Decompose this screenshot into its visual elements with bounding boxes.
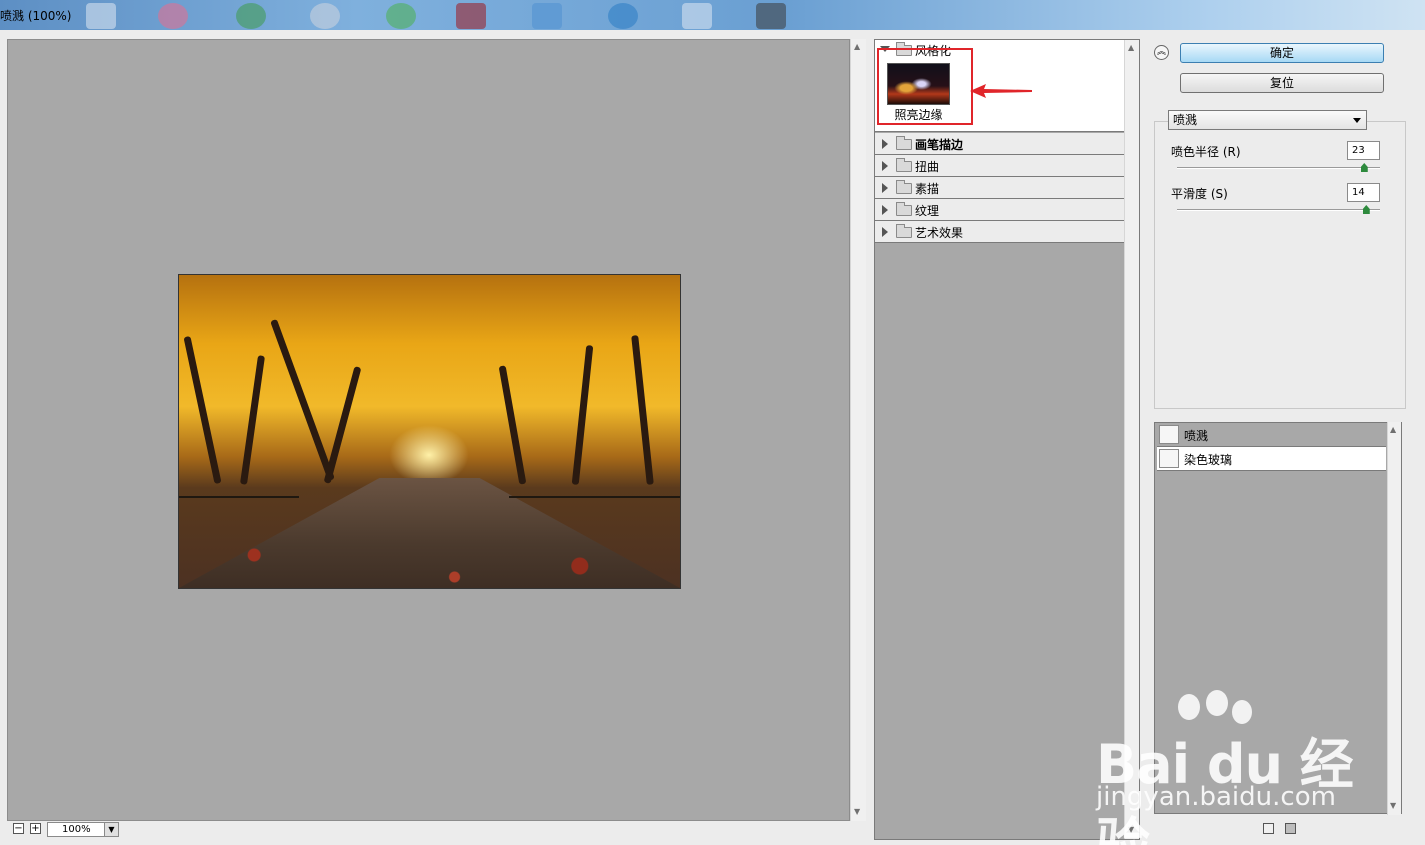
- category-texture[interactable]: 纹理: [875, 199, 1124, 221]
- paw-logo-icon: [1206, 690, 1228, 716]
- image-tree-trunk: [571, 345, 594, 485]
- category-label: 艺术效果: [915, 226, 964, 240]
- category-label: 扭曲: [915, 160, 940, 174]
- category-label: 纹理: [915, 204, 940, 218]
- filter-layer-label: 喷溅: [1184, 429, 1209, 443]
- filter-select-value: 喷溅: [1173, 113, 1198, 127]
- collapse-panel-icon[interactable]: ︽: [1154, 45, 1169, 60]
- scroll-down-icon[interactable]: ▼: [854, 807, 860, 817]
- filter-layer-label: 染色玻璃: [1184, 453, 1233, 467]
- preview-image: [178, 274, 681, 589]
- scroll-up-icon[interactable]: ▲: [1128, 43, 1134, 53]
- smoothness-slider[interactable]: [1177, 209, 1380, 211]
- spray-radius-slider[interactable]: [1177, 167, 1380, 169]
- scroll-up-icon[interactable]: ▲: [1390, 425, 1396, 435]
- zoom-controls: − + 100% ▼: [7, 821, 850, 839]
- expand-triangle-icon[interactable]: [882, 183, 888, 193]
- preview-canvas[interactable]: [7, 39, 850, 821]
- taskbar-app-icon[interactable]: [532, 3, 562, 29]
- category-distort[interactable]: 扭曲: [875, 155, 1124, 177]
- taskbar-app-icon[interactable]: [86, 3, 116, 29]
- taskbar-browser-icon[interactable]: [236, 3, 266, 29]
- param-spray-radius-label: 喷色半径 (R): [1171, 145, 1241, 159]
- annotation-arrow-icon: [970, 84, 1032, 98]
- zoom-level-value: 100%: [62, 824, 91, 835]
- taskbar-app-icon[interactable]: [158, 3, 188, 29]
- image-tree-trunk: [183, 335, 222, 485]
- filter-parameters-box: [1154, 121, 1406, 409]
- category-label: 画笔描边: [915, 138, 964, 152]
- ok-button[interactable]: 确定: [1180, 43, 1384, 63]
- taskbar-app-icon[interactable]: [608, 3, 638, 29]
- category-sketch[interactable]: 素描: [875, 177, 1124, 199]
- folder-icon: [896, 202, 912, 216]
- expand-triangle-icon[interactable]: [882, 139, 888, 149]
- highlight-box: [877, 48, 973, 125]
- spray-radius-input[interactable]: 23: [1347, 141, 1380, 160]
- filter-layer-row[interactable]: 喷溅: [1157, 423, 1386, 447]
- reset-button[interactable]: 复位: [1180, 73, 1384, 93]
- chevron-down-icon[interactable]: ▼: [104, 823, 118, 836]
- layer-visibility-toggle[interactable]: [1159, 425, 1179, 444]
- filter-layer-row[interactable]: 染色玻璃: [1157, 447, 1386, 471]
- taskbar-app-icon[interactable]: [756, 3, 786, 29]
- image-tree-trunk: [631, 335, 654, 485]
- image-tree-trunk: [270, 318, 335, 482]
- expand-triangle-icon[interactable]: [882, 161, 888, 171]
- image-fence: [509, 496, 680, 498]
- baidu-watermark: Bai du 经验 jingyan.baidu.com: [1092, 690, 1402, 845]
- image-tree-trunk: [239, 355, 266, 485]
- preview-vertical-scrollbar[interactable]: ▲ ▼: [850, 39, 866, 821]
- param-smoothness-label: 平滑度 (S): [1171, 187, 1228, 201]
- image-fence: [179, 496, 299, 498]
- zoom-level-select[interactable]: 100% ▼: [47, 822, 119, 837]
- taskbar-app-icon[interactable]: [456, 3, 486, 29]
- expand-triangle-icon[interactable]: [882, 205, 888, 215]
- chevron-down-icon: [1353, 118, 1361, 123]
- filter-select[interactable]: 喷溅: [1168, 110, 1367, 130]
- zoom-out-button[interactable]: −: [13, 823, 24, 834]
- paw-logo-icon: [1178, 694, 1200, 720]
- folder-icon: [896, 224, 912, 238]
- scroll-up-icon[interactable]: ▲: [854, 42, 860, 52]
- image-tree-trunk: [323, 366, 362, 484]
- taskbar-app-icon[interactable]: [682, 3, 712, 29]
- category-label: 素描: [915, 182, 940, 196]
- smoothness-input[interactable]: 14: [1347, 183, 1380, 202]
- folder-icon: [896, 158, 912, 172]
- window-title: 喷溅 (100%): [0, 9, 72, 23]
- image-tree-trunk: [498, 365, 527, 485]
- folder-icon: [896, 136, 912, 150]
- image-fallen-leaves: [179, 478, 680, 588]
- category-brush-strokes[interactable]: 画笔描边: [875, 133, 1124, 155]
- watermark-url: jingyan.baidu.com: [1096, 782, 1336, 812]
- zoom-in-button[interactable]: +: [30, 823, 41, 834]
- title-bar: 喷溅 (100%): [0, 0, 1425, 30]
- expand-triangle-icon[interactable]: [882, 227, 888, 237]
- folder-icon: [896, 180, 912, 194]
- taskbar-app-icon[interactable]: [310, 3, 340, 29]
- image-light-area: [389, 425, 469, 485]
- category-artistic[interactable]: 艺术效果: [875, 221, 1124, 243]
- taskbar-app-icon[interactable]: [386, 3, 416, 29]
- layer-visibility-toggle[interactable]: [1159, 449, 1179, 468]
